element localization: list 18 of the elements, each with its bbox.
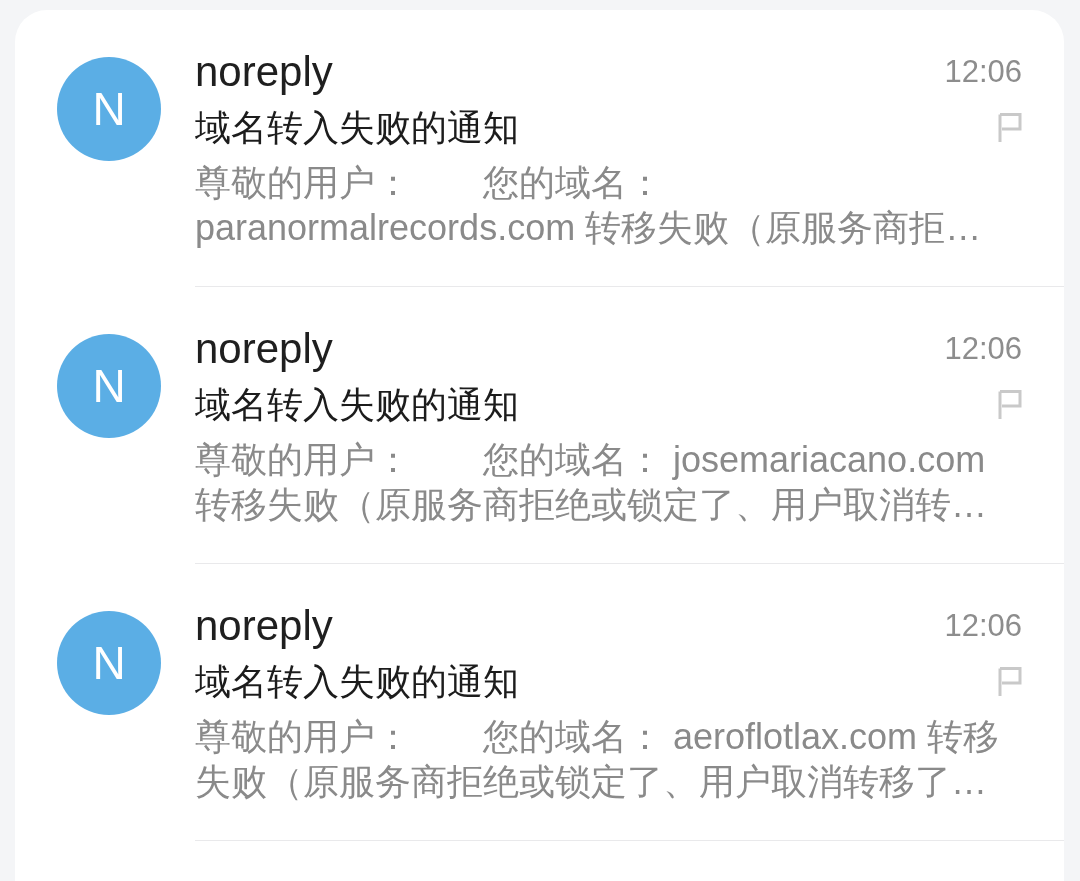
received-time: 12:06 bbox=[944, 53, 1022, 91]
email-subject: 域名转入失败的通知 bbox=[195, 383, 519, 427]
sender-name: noreply bbox=[195, 601, 333, 651]
email-preview: 尊敬的用户： 您的域名： josemariacano.com 转移失败（原服务商拒绝或锁定了、用户取消转… bbox=[195, 438, 988, 527]
avatar: N bbox=[57, 611, 161, 715]
email-subject: 域名转入失败的通知 bbox=[195, 106, 519, 150]
flag-icon[interactable] bbox=[998, 113, 1022, 143]
email-preview: 尊敬的用户： 您的域名： aeroflotlax.com 转移失败（原服务商拒绝或锁定了、用户取消转移了… bbox=[195, 715, 1001, 804]
received-time: 12:06 bbox=[944, 330, 1022, 368]
flag-icon[interactable] bbox=[998, 667, 1022, 697]
avatar: N bbox=[57, 57, 161, 161]
email-subject: 域名转入失败的通知 bbox=[195, 660, 519, 704]
received-time: 12:06 bbox=[944, 607, 1022, 645]
email-preview: 尊敬的用户： 您的域名： paranormalrecords.com 转移失败（原服务商拒… bbox=[195, 161, 983, 250]
avatar: N bbox=[57, 334, 161, 438]
flag-icon[interactable] bbox=[998, 390, 1022, 420]
sender-name: noreply bbox=[195, 47, 333, 97]
sender-name: noreply bbox=[195, 324, 333, 374]
